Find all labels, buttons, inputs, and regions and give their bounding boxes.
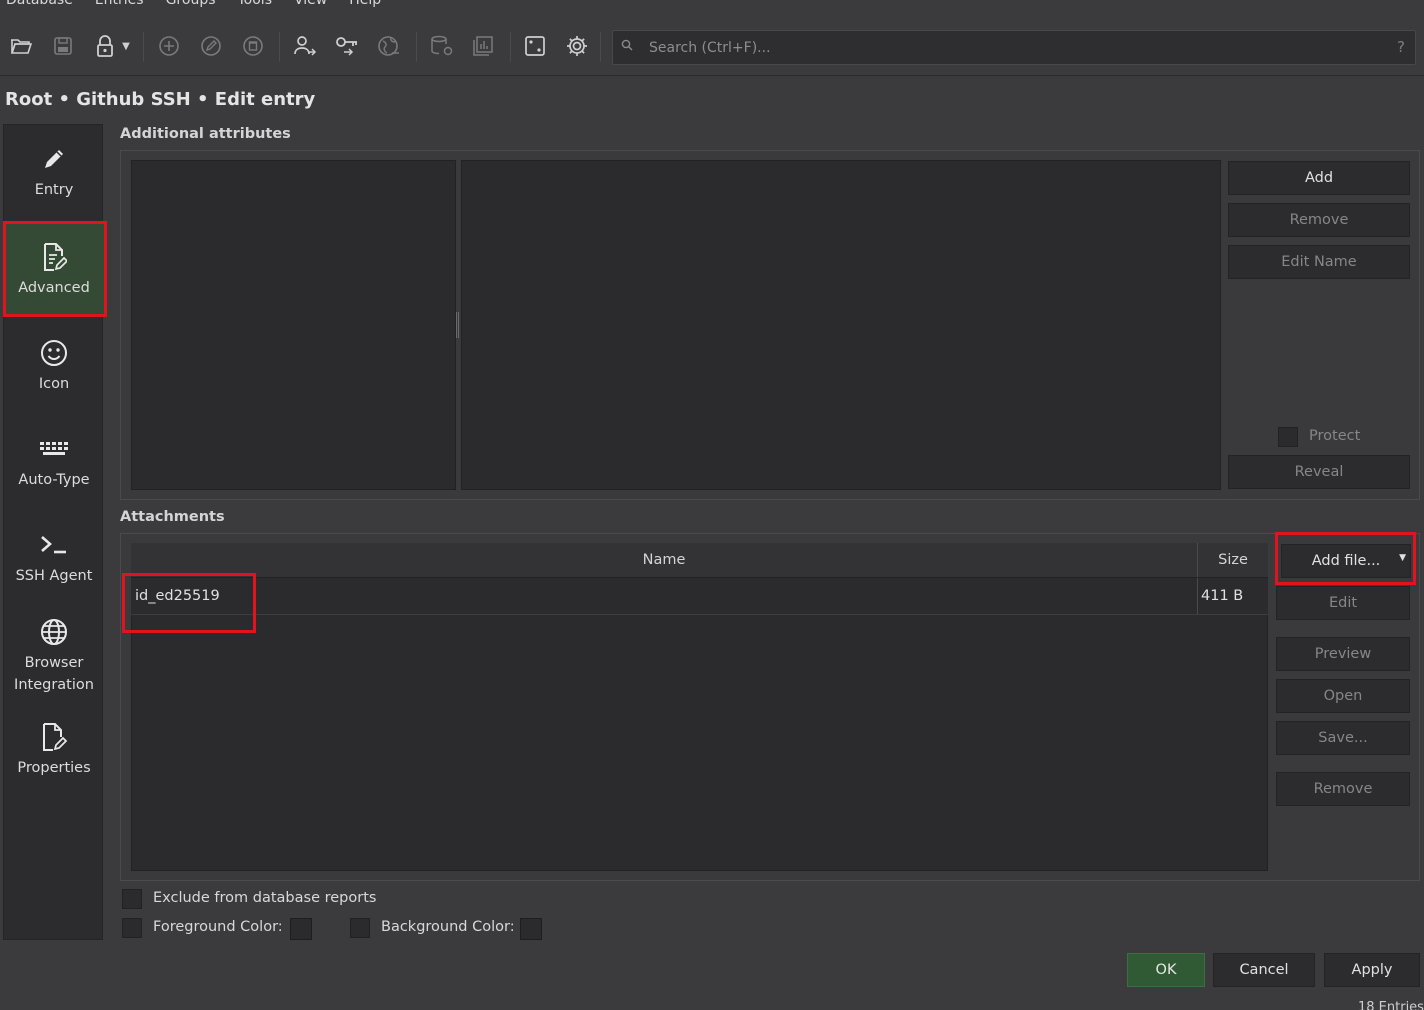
sidebar-item-advanced[interactable]: Advanced: [4, 223, 104, 315]
background-color-checkbox[interactable]: [350, 918, 370, 938]
background-color-label: Background Color:: [381, 919, 515, 935]
delete-entry-icon[interactable]: [241, 34, 265, 58]
search-box: ?: [612, 30, 1416, 65]
save-database-icon[interactable]: [51, 34, 75, 58]
open-url-icon[interactable]: [377, 34, 401, 58]
chevron-down-icon: ▼: [1399, 553, 1406, 563]
globe-icon: [40, 614, 68, 650]
password-generator-icon[interactable]: [523, 34, 547, 58]
database-settings-icon[interactable]: [430, 34, 454, 58]
sidebar-item-label: Icon: [38, 376, 70, 392]
sidebar-item-browser-integration[interactable]: Browser Integration: [4, 607, 104, 703]
remove-attribute-button[interactable]: Remove: [1228, 203, 1410, 237]
sidebar-item-entry[interactable]: Entry: [4, 125, 104, 217]
menu-view[interactable]: View: [294, 0, 327, 12]
menu-bar: Database Entries Groups Tools View Help: [0, 0, 1424, 12]
attachments-title: Attachments: [120, 509, 225, 525]
terminal-icon: [40, 527, 68, 563]
menu-database[interactable]: Database: [6, 0, 73, 12]
add-file-button[interactable]: Add file... ▼: [1281, 544, 1411, 578]
column-header-size[interactable]: Size: [1198, 543, 1268, 577]
sidebar-item-properties[interactable]: Properties: [4, 703, 104, 795]
apply-button[interactable]: Apply: [1324, 953, 1420, 987]
save-attachment-button[interactable]: Save...: [1276, 721, 1410, 755]
add-file-label: Add file...: [1311, 553, 1381, 569]
preview-attachment-button[interactable]: Preview: [1276, 637, 1410, 671]
attribute-list[interactable]: [131, 160, 456, 490]
foreground-color-swatch[interactable]: [290, 918, 312, 940]
column-header-name[interactable]: Name: [131, 543, 1197, 577]
menu-groups[interactable]: Groups: [166, 0, 216, 12]
menu-entries[interactable]: Entries: [95, 0, 144, 12]
foreground-color-checkbox[interactable]: [122, 918, 142, 938]
sidebar-item-auto-type[interactable]: Auto-Type: [4, 415, 104, 507]
cancel-button[interactable]: Cancel: [1213, 953, 1315, 987]
add-attribute-button[interactable]: Add: [1228, 161, 1410, 195]
table-header: Name Size: [131, 543, 1268, 578]
protect-checkbox[interactable]: [1278, 427, 1298, 447]
sidebar-item-label: Properties: [17, 760, 91, 776]
search-help-icon[interactable]: ?: [1397, 38, 1405, 56]
attribute-value-editor[interactable]: [461, 160, 1221, 490]
menu-help[interactable]: Help: [349, 0, 381, 12]
sidebar-item-label: SSH Agent: [15, 568, 93, 584]
toolbar: ▼ ?: [0, 20, 1424, 76]
pencil-icon: [41, 141, 67, 177]
reports-icon[interactable]: [471, 34, 495, 58]
open-attachment-button[interactable]: Open: [1276, 679, 1410, 713]
sidebar-item-label: Auto-Type: [18, 472, 90, 488]
attachment-name: id_ed25519: [135, 588, 220, 604]
document-icon: [41, 719, 67, 755]
ok-button[interactable]: OK: [1127, 953, 1205, 987]
foreground-color-label: Foreground Color:: [153, 919, 283, 935]
edit-attachment-button[interactable]: Edit: [1276, 586, 1410, 620]
protect-label: Protect: [1309, 428, 1361, 444]
search-icon: [621, 39, 633, 55]
status-bar-entry-count: 18 Entries: [1358, 1000, 1424, 1010]
open-database-icon[interactable]: [9, 34, 33, 58]
splitter-handle[interactable]: [456, 312, 459, 338]
exclude-reports-label: Exclude from database reports: [153, 890, 377, 906]
reveal-button[interactable]: Reveal: [1228, 455, 1410, 489]
lock-dropdown-icon[interactable]: ▼: [120, 34, 132, 58]
sidebar-item-icon[interactable]: Icon: [4, 319, 104, 411]
attachment-size: 411 B: [1201, 588, 1244, 604]
keyboard-icon: [39, 431, 69, 467]
lock-database-icon[interactable]: [93, 34, 117, 58]
sidebar-item-label: Integration: [14, 677, 94, 693]
sidebar-item-label: Browser: [24, 655, 84, 671]
attributes-title: Additional attributes: [120, 126, 291, 142]
table-row[interactable]: id_ed25519 411 B: [131, 578, 1268, 615]
remove-attachment-button[interactable]: Remove: [1276, 772, 1410, 806]
sidebar-item-ssh-agent[interactable]: SSH Agent: [4, 511, 104, 603]
edit-entry-icon[interactable]: [199, 34, 223, 58]
sidebar-item-label: Entry: [34, 182, 74, 198]
background-color-swatch[interactable]: [520, 918, 542, 940]
smiley-icon: [40, 335, 68, 371]
menu-tools[interactable]: Tools: [238, 0, 273, 12]
copy-username-icon[interactable]: [293, 34, 317, 58]
add-entry-icon[interactable]: [157, 34, 181, 58]
exclude-reports-checkbox[interactable]: [122, 889, 142, 909]
edit-name-button[interactable]: Edit Name: [1228, 245, 1410, 279]
sidebar-item-label: Advanced: [18, 280, 90, 296]
search-input[interactable]: [649, 31, 1369, 64]
settings-icon[interactable]: [565, 34, 589, 58]
edit-entry-sidebar: Entry Advanced Icon Auto-Type SSH Agent …: [3, 124, 104, 940]
copy-password-icon[interactable]: [335, 34, 359, 58]
page-title: Root • Github SSH • Edit entry: [5, 89, 316, 110]
document-edit-icon: [41, 239, 67, 275]
